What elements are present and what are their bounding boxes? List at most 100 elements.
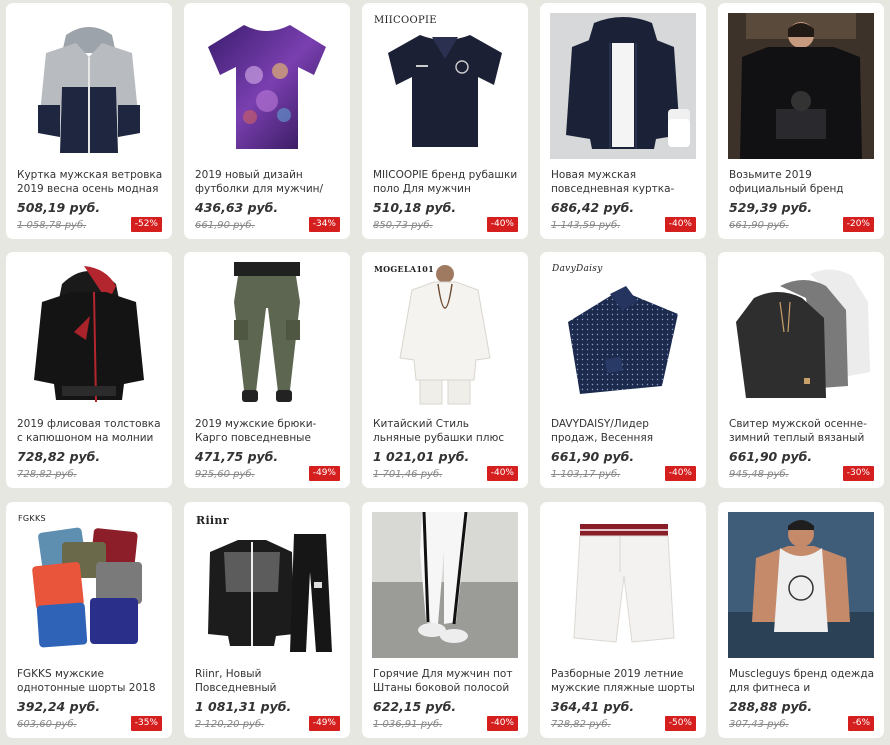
product-price: 622,15 руб. xyxy=(373,699,457,714)
product-old-price: 307,43 руб. xyxy=(729,719,789,730)
product-card[interactable]: FGKKS FGKKS мужские однотонные шорты 201… xyxy=(6,502,172,738)
product-price: 661,90 руб. xyxy=(551,449,635,464)
product-image[interactable]: Riinr xyxy=(194,512,340,658)
discount-badge: -50% xyxy=(664,716,696,731)
product-title[interactable]: Свитер мужской осенне-зимний теплый вяза… xyxy=(729,417,875,445)
product-title[interactable]: Разборные 2019 летние мужские пляжные шо… xyxy=(551,667,697,695)
linen-shirt-icon xyxy=(399,265,491,405)
product-old-price: 1 036,91 руб. xyxy=(373,719,443,730)
discount-badge: -40% xyxy=(664,466,696,481)
brand-logo: Riinr xyxy=(196,514,229,527)
product-old-price: 945,48 руб. xyxy=(729,469,789,480)
brand-logo: FGKKS xyxy=(18,514,46,523)
tracksuit-icon xyxy=(208,534,332,652)
product-title[interactable]: Riinr, Новый Повседневный Спортивный кос… xyxy=(195,667,341,695)
product-image[interactable]: MIICOOPIE xyxy=(372,13,518,159)
discount-badge: -49% xyxy=(308,466,340,481)
product-image[interactable] xyxy=(16,13,162,159)
product-old-price: 1 103,17 руб. xyxy=(551,469,621,480)
product-card[interactable]: Возьмите 2019 официальный бренд Джон уик… xyxy=(718,3,884,239)
product-old-price: 728,82 руб. xyxy=(17,469,77,480)
product-grid: Куртка мужская ветровка 2019 весна осень… xyxy=(0,0,890,745)
brand-logo: DavyDaisy xyxy=(552,264,603,274)
product-card[interactable]: 2019 мужские брюки-Карго повседневные му… xyxy=(184,252,350,488)
product-image[interactable] xyxy=(16,262,162,408)
product-price: 364,41 руб. xyxy=(551,699,635,714)
product-card[interactable]: Muscleguys бренд одежда для фитнеса и бо… xyxy=(718,502,884,738)
product-price: 510,18 руб. xyxy=(373,200,457,215)
product-title[interactable]: Новая мужская повседневная куртка-бомбер… xyxy=(551,168,697,196)
product-card[interactable]: Свитер мужской осенне-зимний теплый вяза… xyxy=(718,252,884,488)
brand-logo: MIICOOPIE xyxy=(374,15,437,26)
navy-polo-icon xyxy=(388,35,502,147)
product-card[interactable]: Горячие Для мужчин пот Штаны боковой пол… xyxy=(362,502,528,738)
product-image[interactable] xyxy=(194,262,340,408)
product-price: 529,39 руб. xyxy=(729,200,813,215)
product-price: 288,88 руб. xyxy=(729,699,813,714)
product-title[interactable]: 2019 новый дизайн футболки для мужчин/же… xyxy=(195,168,341,196)
product-price: 436,63 руб. xyxy=(195,200,279,215)
product-old-price: 1 058,78 руб. xyxy=(17,220,87,231)
avengers-tshirt-icon xyxy=(208,25,326,149)
product-title[interactable]: 2019 флисовая толстовка с капюшоном на м… xyxy=(17,417,163,445)
brand-logo: MOGELA101 xyxy=(374,264,434,274)
product-old-price: 661,90 руб. xyxy=(729,220,789,231)
navy-bomber-icon xyxy=(550,13,696,159)
product-price: 1 021,01 руб. xyxy=(373,449,470,464)
product-image[interactable] xyxy=(550,512,696,658)
knit-sweater-icon xyxy=(736,269,870,398)
jacket-grey-navy-icon xyxy=(38,27,140,153)
product-card[interactable]: 2019 флисовая толстовка с капюшоном на м… xyxy=(6,252,172,488)
product-old-price: 1 701,46 руб. xyxy=(373,469,443,480)
dotted-shirt-icon xyxy=(568,286,678,394)
product-old-price: 2 120,20 руб. xyxy=(195,719,265,730)
product-card[interactable]: MOGELA101 Китайский Стиль льняные рубашк… xyxy=(362,252,528,488)
discount-badge: -40% xyxy=(486,716,518,731)
product-title[interactable]: DAVYDAISY/Лидер продаж, Весенняя Мужская… xyxy=(551,417,697,445)
product-price: 392,24 руб. xyxy=(17,699,101,714)
product-title[interactable]: Горячие Для мужчин пот Штаны боковой пол… xyxy=(373,667,519,695)
john-wick-tshirt-icon xyxy=(728,13,874,159)
product-title[interactable]: Китайский Стиль льняные рубашки плюс раз… xyxy=(373,417,519,445)
product-title[interactable]: FGKKS мужские однотонные шорты 2018 весн… xyxy=(17,667,163,695)
product-price: 1 081,31 руб. xyxy=(195,699,292,714)
product-image[interactable]: MOGELA101 xyxy=(372,262,518,408)
product-title[interactable]: Возьмите 2019 официальный бренд Джон уик… xyxy=(729,168,875,196)
product-title[interactable]: MIICOOPIE бренд рубашки поло Для мужчин … xyxy=(373,168,519,196)
product-card[interactable]: Куртка мужская ветровка 2019 весна осень… xyxy=(6,3,172,239)
product-price: 686,42 руб. xyxy=(551,200,635,215)
discount-badge: -35% xyxy=(130,716,162,731)
product-title[interactable]: 2019 мужские брюки-Карго повседневные му… xyxy=(195,417,341,445)
white-shorts-icon xyxy=(573,524,675,643)
product-price: 508,19 руб. xyxy=(17,200,101,215)
product-price: 728,82 руб. xyxy=(17,449,101,464)
product-title[interactable]: Куртка мужская ветровка 2019 весна осень… xyxy=(17,168,163,196)
product-title[interactable]: Muscleguys бренд одежда для фитнеса и бо… xyxy=(729,667,875,695)
product-image[interactable]: DavyDaisy xyxy=(550,262,696,408)
product-old-price: 850,73 руб. xyxy=(373,220,433,231)
product-card[interactable]: Новая мужская повседневная куртка-бомбер… xyxy=(540,3,706,239)
product-card[interactable]: MIICOOPIE MIICOOPIE бренд рубашки поло Д… xyxy=(362,3,528,239)
product-card[interactable]: Разборные 2019 летние мужские пляжные шо… xyxy=(540,502,706,738)
product-image[interactable] xyxy=(728,512,874,658)
product-image[interactable] xyxy=(372,512,518,658)
product-image[interactable]: FGKKS xyxy=(16,512,162,658)
product-old-price: 728,82 руб. xyxy=(551,719,611,730)
muscle-tank-icon xyxy=(728,512,874,658)
color-shorts-icon xyxy=(32,527,142,648)
product-card[interactable]: DavyDaisy DAVYDAISY/Лидер продаж, Весенн… xyxy=(540,252,706,488)
cargo-pants-icon xyxy=(234,262,300,402)
white-joggers-icon xyxy=(372,512,518,658)
product-price: 661,90 руб. xyxy=(729,449,813,464)
product-image[interactable] xyxy=(550,13,696,159)
product-image[interactable] xyxy=(728,13,874,159)
product-old-price: 603,60 руб. xyxy=(17,719,77,730)
discount-badge: -40% xyxy=(486,466,518,481)
product-old-price: 1 143,59 руб. xyxy=(551,220,621,231)
product-card[interactable]: Riinr Riinr, Новый Повседневный Спортивн… xyxy=(184,502,350,738)
product-image[interactable] xyxy=(728,262,874,408)
black-hoodie-icon xyxy=(34,266,144,403)
product-card[interactable]: 2019 новый дизайн футболки для мужчин/же… xyxy=(184,3,350,239)
discount-badge: -6% xyxy=(848,716,874,731)
product-image[interactable] xyxy=(194,13,340,159)
